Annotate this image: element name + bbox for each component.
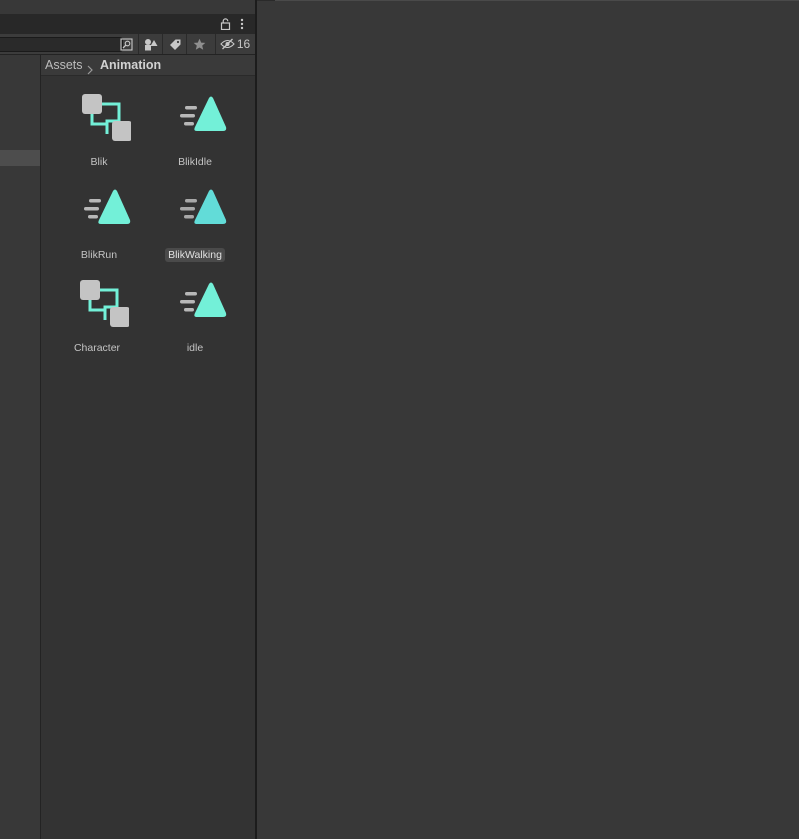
asset-item[interactable]: BlikRun (51, 186, 147, 276)
star-icon[interactable] (186, 34, 211, 54)
animation-clip-icon (79, 186, 131, 238)
asset-grid: Assets Animation Blik BlikIdle BlikRun B… (41, 55, 255, 839)
search-input[interactable] (0, 37, 123, 52)
filter-by-label-icon[interactable] (162, 34, 187, 54)
scene-top-edge (257, 0, 275, 1)
asset-label: BlikWalking (165, 248, 225, 262)
scene-top-line (275, 0, 799, 1)
animation-clip-icon (175, 93, 227, 145)
animation-clip-icon (175, 186, 227, 238)
panel-tab-bar (0, 14, 256, 35)
asset-item[interactable]: BlikIdle (147, 93, 243, 183)
breadcrumb-assets[interactable]: Assets (45, 58, 83, 72)
chevron-right-icon (87, 60, 93, 79)
animator-controller-icon (77, 279, 130, 331)
filter-by-type-icon[interactable] (138, 34, 163, 54)
search-by-type-icon[interactable] (114, 34, 138, 54)
hidden-packages-button[interactable]: 16 (215, 34, 254, 54)
asset-item[interactable]: Blik (51, 93, 147, 183)
lock-icon[interactable] (218, 17, 232, 31)
asset-label: idle (186, 342, 204, 354)
asset-item[interactable]: Character (49, 279, 145, 369)
hidden-count: 16 (236, 37, 251, 51)
project-toolbar: 16 (0, 34, 256, 55)
asset-item[interactable]: idle (147, 279, 243, 369)
asset-label: Character (73, 342, 121, 354)
asset-item-selected[interactable]: BlikWalking (147, 186, 243, 276)
asset-label: BlikIdle (178, 156, 212, 168)
animation-clip-icon (175, 279, 227, 331)
eye-slash-icon (220, 38, 235, 50)
breadcrumb: Assets Animation (41, 55, 255, 76)
folder-tree-selected-row[interactable] (0, 150, 40, 166)
kebab-menu-icon[interactable] (235, 17, 249, 31)
asset-label: Blik (90, 156, 108, 168)
scene-view-area[interactable] (257, 0, 799, 839)
breadcrumb-animation[interactable]: Animation (100, 58, 161, 72)
animator-controller-icon (79, 93, 132, 145)
project-panel: 16 Assets Animation Blik BlikIdle BlikRu… (0, 0, 256, 839)
folder-tree[interactable] (0, 55, 40, 839)
asset-label: BlikRun (80, 249, 118, 261)
